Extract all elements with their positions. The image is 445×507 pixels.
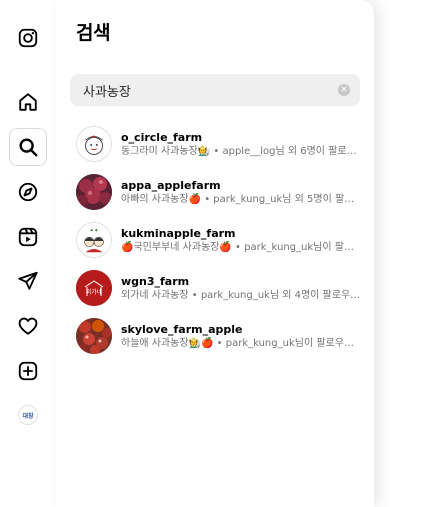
result-avatar	[76, 318, 112, 354]
nav-create[interactable]	[9, 352, 47, 390]
result-username: skylove_farm_apple	[121, 322, 243, 336]
result-description: 아빠의 사과농장🍎 • park_kung_uk님 외 5명이 팔로우합니다	[121, 193, 361, 205]
nav-reels[interactable]	[9, 218, 47, 256]
result-description: 하늘애 사과농장🧑‍🌾🍎 • park_kung_uk님이 팔로우합니다	[121, 337, 361, 349]
search-result-row[interactable]: appa_applefarm 아빠의 사과농장🍎 • park_kung_uk님…	[76, 168, 366, 216]
result-description: 동그라미 사과농장🧑‍🌾 • apple__log님 외 6명이 팔로우합니다	[121, 145, 361, 157]
clear-search-icon[interactable]: ✕	[338, 84, 350, 96]
result-avatar	[76, 126, 112, 162]
panel-title: 검색	[76, 22, 111, 44]
result-avatar: ♣ ♣	[76, 222, 112, 258]
search-result-row[interactable]: ♣ ♣ kukminapple_farm 🍎국민부부네 사과농장🍎 • park…	[76, 216, 366, 264]
result-avatar	[76, 174, 112, 210]
result-description: 외가네 사과농장 • park_kung_uk님 외 4명이 팔로우합니다	[121, 289, 361, 301]
create-icon	[18, 361, 38, 381]
result-avatar: 외가네	[76, 270, 112, 306]
result-username: o_circle_farm	[121, 130, 203, 144]
search-result-row[interactable]: 외가네 wgn3_farm 외가네 사과농장 • park_kung_uk님 외…	[76, 264, 366, 312]
result-username: wgn3_farm	[121, 274, 190, 288]
search-panel: 검색 ✕ o_circle_farm	[56, 0, 374, 507]
sidebar-nav: 대창	[0, 0, 56, 507]
search-result-row[interactable]: o_circle_farm 동그라미 사과농장🧑‍🌾 • apple__log님…	[76, 120, 366, 168]
search-result-row[interactable]: skylove_farm_apple 하늘애 사과농장🧑‍🌾🍎 • park_k…	[76, 312, 366, 360]
nav-search[interactable]	[9, 128, 47, 166]
search-input[interactable]	[83, 82, 338, 98]
home-icon	[19, 93, 37, 111]
messages-icon	[18, 271, 38, 290]
nav-home[interactable]	[9, 83, 47, 121]
nav-explore[interactable]	[9, 173, 47, 211]
app-window: 대창 검색 ✕	[0, 0, 445, 507]
reels-icon	[18, 227, 38, 247]
profile-avatar: 대창	[18, 405, 38, 425]
explore-icon	[18, 182, 38, 202]
search-icon	[19, 138, 38, 157]
nav-profile[interactable]: 대창	[9, 396, 47, 434]
result-username: kukminapple_farm	[121, 226, 236, 240]
instagram-logo-icon	[18, 28, 38, 48]
svg-text:♣ ♣: ♣ ♣	[90, 229, 98, 233]
result-username: appa_applefarm	[121, 178, 221, 192]
search-results: o_circle_farm 동그라미 사과농장🧑‍🌾 • apple__log님…	[76, 120, 366, 360]
heart-icon	[18, 317, 38, 335]
nav-messages[interactable]	[9, 262, 47, 300]
avatar-logo-text: 외가네	[86, 288, 103, 296]
search-box[interactable]: ✕	[70, 74, 360, 106]
instagram-logo-button[interactable]	[9, 19, 47, 57]
result-description: 🍎국민부부네 사과농장🍎 • park_kung_uk님이 팔로우합니다	[121, 241, 361, 253]
nav-notifications[interactable]	[9, 307, 47, 345]
